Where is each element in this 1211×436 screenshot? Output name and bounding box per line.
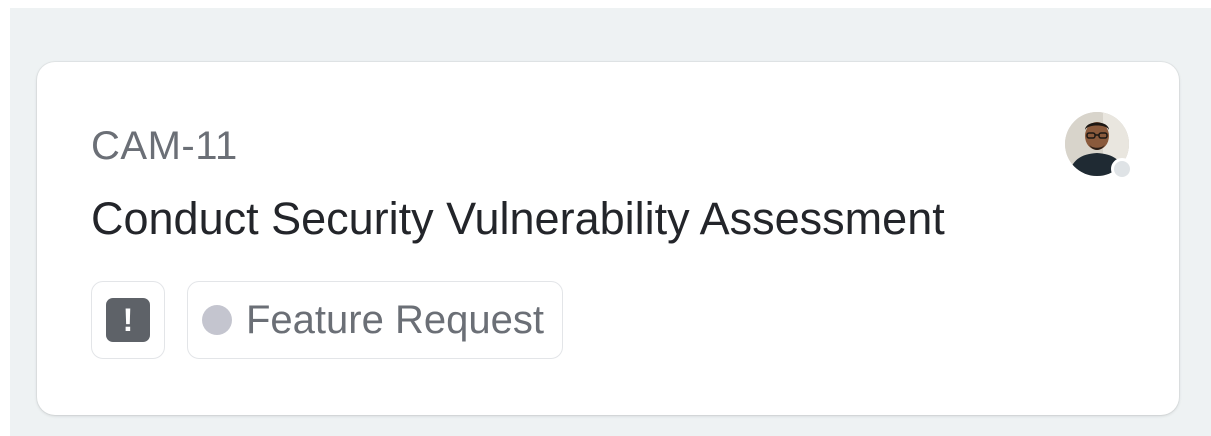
issue-properties: ! Feature Request bbox=[91, 281, 563, 359]
issue-identifier: CAM-11 bbox=[91, 124, 238, 168]
label-color-dot bbox=[202, 305, 232, 335]
issue-card[interactable]: CAM-11 Conduct Security Vulnerability As… bbox=[37, 62, 1179, 415]
label-text: Feature Request bbox=[246, 298, 544, 342]
urgent-priority-icon: ! bbox=[106, 298, 150, 342]
issue-title[interactable]: Conduct Security Vulnerability Assessmen… bbox=[91, 192, 945, 246]
assignee-avatar[interactable] bbox=[1065, 112, 1135, 182]
label-chip[interactable]: Feature Request bbox=[187, 281, 563, 359]
priority-button[interactable]: ! bbox=[91, 281, 165, 359]
assignee-status-indicator bbox=[1111, 158, 1133, 180]
